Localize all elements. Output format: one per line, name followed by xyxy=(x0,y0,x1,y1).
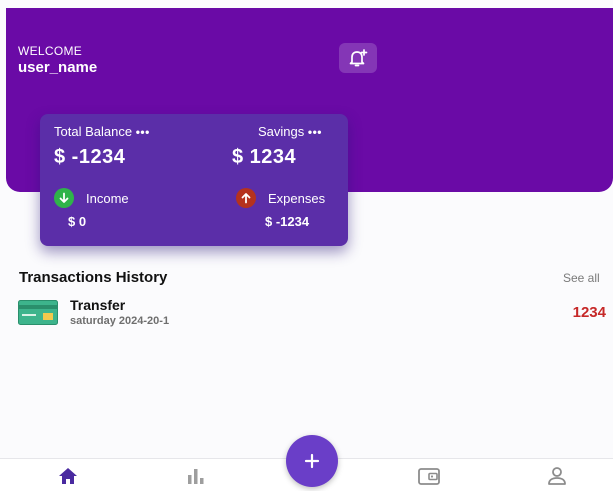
balance-card: Total Balance ••• $ -1234 Savings ••• $ … xyxy=(40,114,348,246)
transaction-amount: 1234 xyxy=(572,304,606,321)
app-screen: WELCOME user_name Total Balance ••• $ -1… xyxy=(0,0,613,491)
credit-card-icon xyxy=(18,300,58,325)
add-transaction-button[interactable] xyxy=(286,435,338,487)
total-balance-label-row: Total Balance ••• xyxy=(54,124,150,139)
nav-stats[interactable] xyxy=(181,465,211,487)
home-icon xyxy=(59,468,77,484)
expense-arrow-icon xyxy=(236,188,256,208)
transaction-title: Transfer xyxy=(70,297,126,313)
transaction-row[interactable]: Transfer saturday 2024-20-1 1234 xyxy=(18,294,610,332)
notification-button[interactable] xyxy=(339,43,377,73)
add-icon xyxy=(304,453,320,469)
welcome-label: WELCOME xyxy=(18,44,83,58)
savings-label-row: Savings ••• xyxy=(258,124,322,139)
nav-wallet[interactable] xyxy=(414,465,444,487)
income-value: $ 0 xyxy=(68,214,87,229)
total-balance-value: $ -1234 xyxy=(54,146,126,168)
income-label: Income xyxy=(86,191,129,206)
savings-value: $ 1234 xyxy=(232,146,297,168)
savings-more-icon[interactable]: ••• xyxy=(308,125,322,139)
expenses-value: $ -1234 xyxy=(265,214,310,229)
stats-icon xyxy=(188,469,204,484)
expenses-label: Expenses xyxy=(268,191,326,206)
income-arrow-icon xyxy=(54,188,74,208)
wallet-icon xyxy=(418,468,440,485)
savings-label: Savings xyxy=(258,124,305,139)
username: user_name xyxy=(18,59,98,76)
transactions-title: Transactions History xyxy=(19,269,168,286)
total-balance-label: Total Balance xyxy=(54,124,133,139)
transaction-date: saturday 2024-20-1 xyxy=(70,315,170,327)
bell-plus-icon xyxy=(349,49,368,67)
nav-home[interactable] xyxy=(53,465,83,487)
see-all-link[interactable]: See all xyxy=(563,271,600,285)
total-balance-more-icon[interactable]: ••• xyxy=(136,125,150,139)
profile-icon xyxy=(548,467,566,485)
nav-profile[interactable] xyxy=(542,465,572,487)
